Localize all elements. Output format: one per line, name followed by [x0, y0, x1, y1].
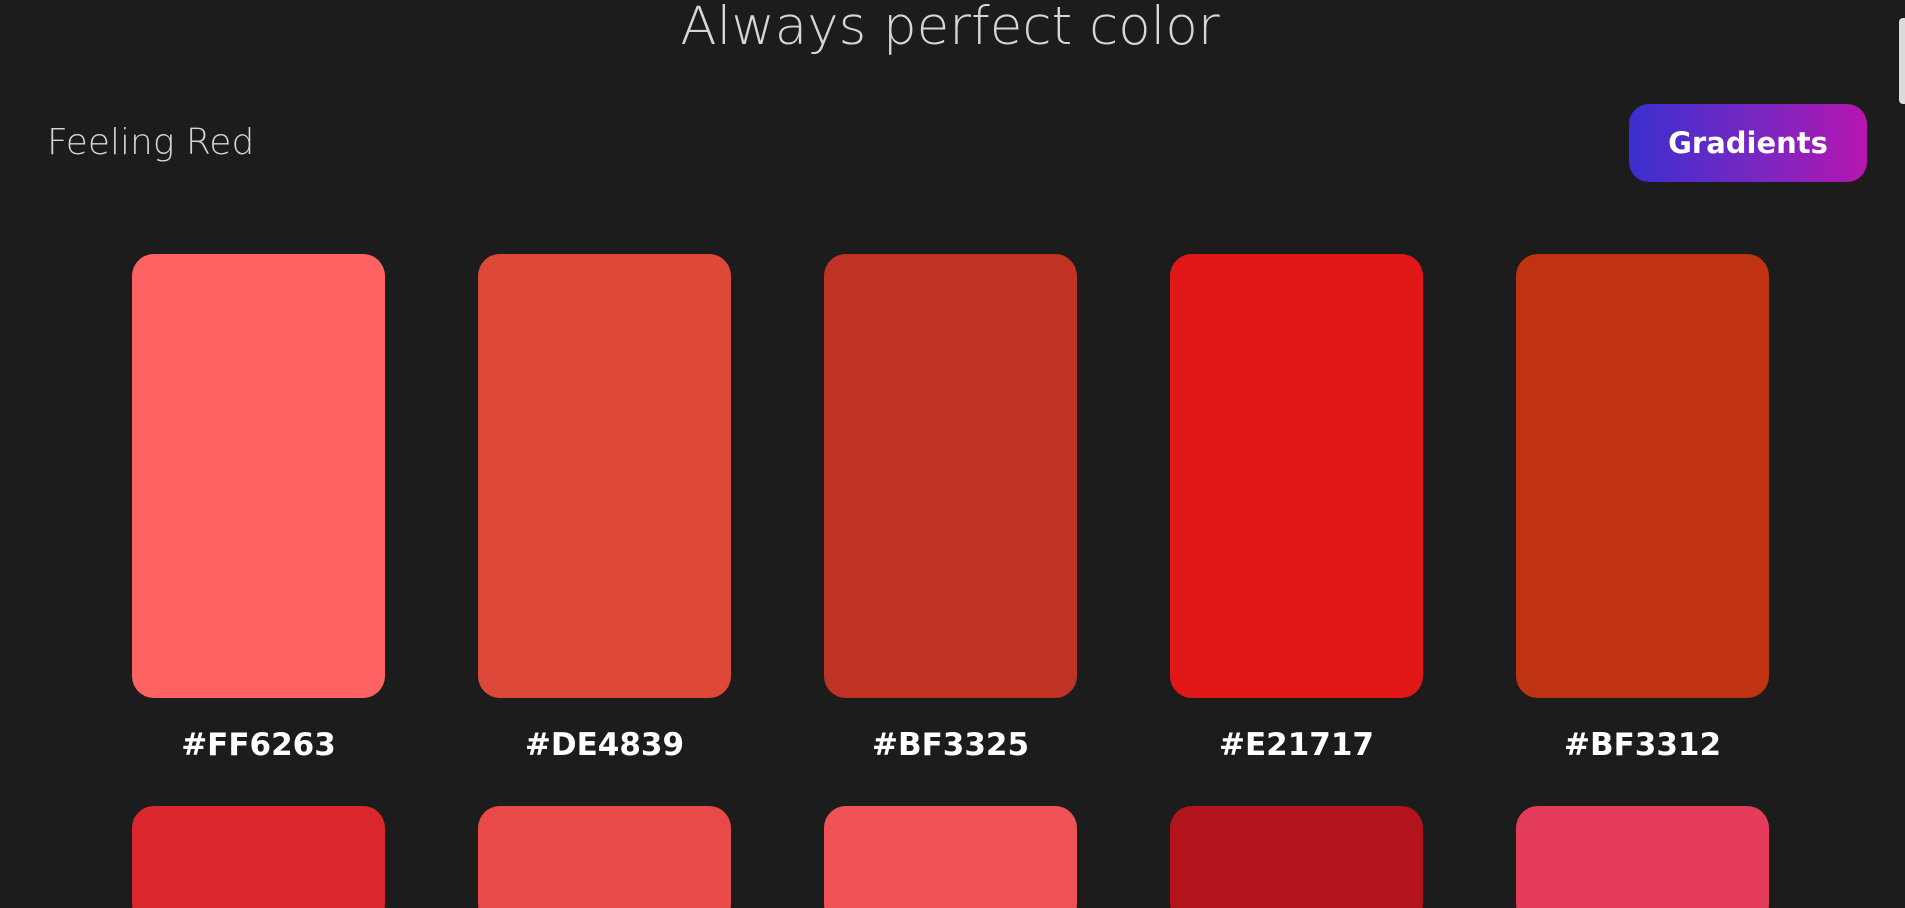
swatch-color[interactable] — [1170, 806, 1423, 908]
swatch-card[interactable] — [1516, 806, 1769, 908]
swatch-color[interactable] — [132, 254, 385, 698]
swatch-hex-label[interactable]: #DE4839 — [478, 722, 731, 806]
swatch-hex-label[interactable]: #E21717 — [1170, 722, 1423, 806]
swatch-grid: #FF6263 #DE4839 #BF3325 #E21717 #BF3312 — [132, 254, 1769, 908]
swatch-card[interactable] — [132, 806, 385, 908]
swatch-color[interactable] — [478, 254, 731, 698]
palette-title: Feeling Red — [47, 122, 255, 163]
scrollbar-thumb[interactable] — [1899, 18, 1905, 104]
swatch-color[interactable] — [824, 254, 1077, 698]
swatch-card[interactable]: #BF3312 — [1516, 254, 1769, 806]
swatch-color[interactable] — [1516, 806, 1769, 908]
swatch-card[interactable] — [824, 806, 1077, 908]
swatch-color[interactable] — [478, 806, 731, 908]
swatch-card[interactable]: #BF3325 — [824, 254, 1077, 806]
swatch-color[interactable] — [824, 806, 1077, 908]
swatch-color[interactable] — [132, 806, 385, 908]
page-title: Always perfect color — [680, 0, 1220, 57]
swatch-card[interactable] — [1170, 806, 1423, 908]
swatch-color[interactable] — [1516, 254, 1769, 698]
swatch-color[interactable] — [1170, 254, 1423, 698]
swatch-card[interactable]: #DE4839 — [478, 254, 731, 806]
swatch-hex-label[interactable]: #FF6263 — [132, 722, 385, 806]
swatch-card[interactable] — [478, 806, 731, 908]
swatch-hex-label[interactable]: #BF3325 — [824, 722, 1077, 806]
swatch-hex-label[interactable]: #BF3312 — [1516, 722, 1769, 806]
page: Always perfect color Feeling Red Gradien… — [0, 0, 1905, 908]
gradients-button[interactable]: Gradients — [1629, 104, 1867, 182]
swatch-card[interactable]: #FF6263 — [132, 254, 385, 806]
swatch-card[interactable]: #E21717 — [1170, 254, 1423, 806]
